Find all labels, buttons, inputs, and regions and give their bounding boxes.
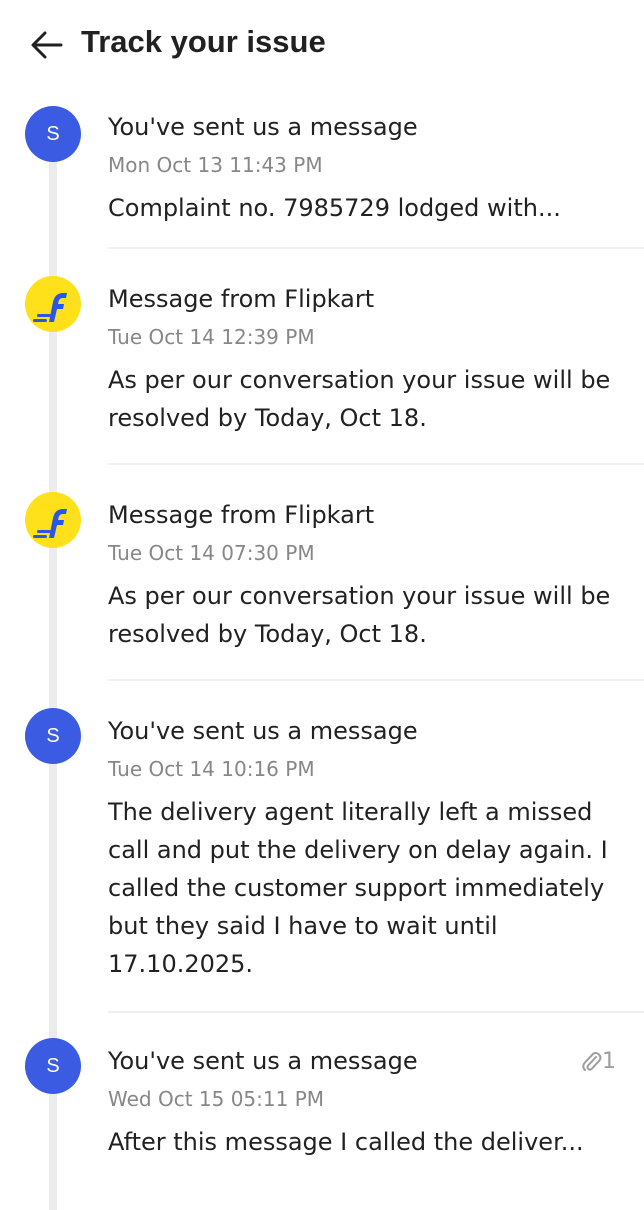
entry-timestamp: Tue Oct 14 12:39 PM xyxy=(108,325,315,349)
entry-message: The delivery agent literally left a miss… xyxy=(108,798,608,978)
entry-title: Message from Flipkart xyxy=(108,501,375,529)
entry-title: You've sent us a message xyxy=(108,717,418,745)
timeline-entry[interactable]: Message from Flipkart Tue Oct 14 07:30 P… xyxy=(0,466,644,682)
attachment-count: 1 xyxy=(602,1048,616,1074)
entry-timestamp: Mon Oct 13 11:43 PM xyxy=(108,153,323,177)
entry-timestamp: Tue Oct 14 07:30 PM xyxy=(108,541,315,565)
flipkart-logo-icon xyxy=(33,509,67,538)
timeline-entry[interactable]: Message from Flipkart Tue Oct 14 12:39 P… xyxy=(0,250,644,466)
entry-message: As per our conversation your issue will … xyxy=(108,582,611,648)
entry-title: You've sent us a message xyxy=(108,1047,418,1075)
flipkart-logo-icon xyxy=(33,293,67,322)
entry-message: As per our conversation your issue will … xyxy=(108,366,611,432)
entry-title: Message from Flipkart xyxy=(108,285,375,313)
attachment-indicator[interactable]: 1 xyxy=(580,1048,616,1074)
entry-timestamp: Wed Oct 15 05:11 PM xyxy=(108,1087,325,1111)
flipkart-logo-avatar xyxy=(25,492,81,548)
timeline-entry[interactable]: S You've sent us a message 1 Wed Oct 15 … xyxy=(0,1012,644,1200)
entry-message: Complaint no. 7985729 lodged with... xyxy=(108,194,561,222)
timeline-entry[interactable]: S You've sent us a message Tue Oct 14 10… xyxy=(0,682,644,1013)
flipkart-logo-avatar xyxy=(25,276,81,332)
user-avatar: S xyxy=(25,708,81,764)
divider xyxy=(108,679,644,681)
divider xyxy=(108,247,644,249)
timeline-entry[interactable]: S You've sent us a message Mon Oct 13 11… xyxy=(0,0,644,250)
user-avatar: S xyxy=(25,1038,81,1094)
entry-message: After this message I called the deliver.… xyxy=(108,1128,584,1156)
entry-timestamp: Tue Oct 14 10:16 PM xyxy=(108,757,315,781)
entry-title: You've sent us a message xyxy=(108,113,418,141)
divider xyxy=(108,463,644,465)
paperclip-icon xyxy=(582,1051,602,1071)
user-avatar: S xyxy=(25,106,81,162)
